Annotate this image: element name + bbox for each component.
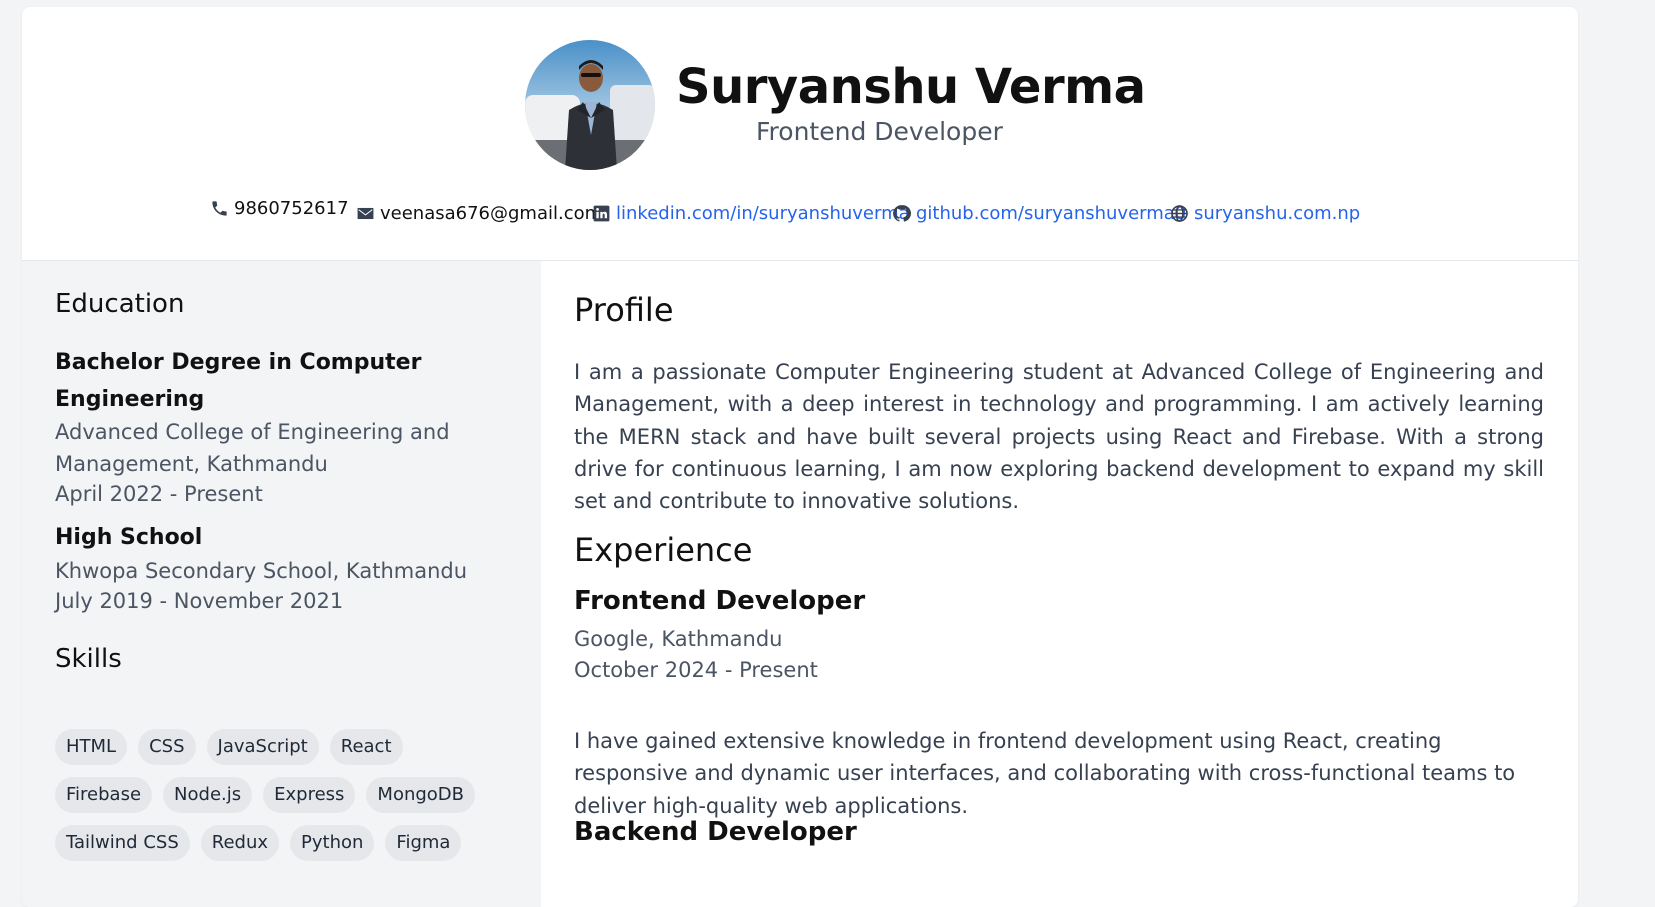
email-address: veenasa676@gmail.com <box>380 203 603 224</box>
sidebar: Education Bachelor Degree in Computer En… <box>22 261 541 907</box>
contact-email[interactable]: veenasa676@gmail.com <box>356 203 602 224</box>
skill-chip: Redux <box>200 825 280 861</box>
skill-chip: Express <box>263 777 356 813</box>
experience-description: I have gained extensive knowledge in fro… <box>574 729 1516 818</box>
globe-icon <box>1171 205 1188 222</box>
avatar-photo <box>525 40 655 170</box>
education-degree: Bachelor Degree in Computer Engineering <box>55 350 422 412</box>
job-title: Frontend Developer <box>756 117 1003 146</box>
skills-list: HTML CSS JavaScript React Firebase Node.… <box>55 729 505 861</box>
envelope-icon <box>357 207 374 220</box>
person-name: Suryanshu Verma <box>676 59 1146 115</box>
resume-header: Suryanshu Verma Frontend Developer 98607… <box>22 7 1578 261</box>
main-content: Profile I am a passionate Computer Engin… <box>541 261 1578 907</box>
skill-chip: Python <box>290 825 375 861</box>
education-degree: High School <box>55 525 203 550</box>
education-dates: April 2022 - Present <box>55 482 263 506</box>
github-link[interactable]: github.com/suryanshuverma0 <box>916 203 1186 224</box>
contact-github[interactable]: github.com/suryanshuverma0 <box>892 203 1186 224</box>
skill-chip: MongoDB <box>366 777 476 813</box>
experience-job-title: Backend Developer <box>574 817 857 847</box>
github-icon <box>893 205 911 222</box>
skill-chip: Node.js <box>163 777 253 813</box>
website-link[interactable]: suryanshu.com.np <box>1194 203 1360 224</box>
phone-number: 9860752617 <box>234 198 349 219</box>
contact-bar: 9860752617 veenasa676@gmail.com linkedin… <box>22 198 1578 240</box>
experience-job-title: Frontend Developer <box>574 586 866 616</box>
skill-chip: JavaScript <box>206 729 319 765</box>
skill-chip: CSS <box>138 729 196 765</box>
skills-heading: Skills <box>55 644 122 674</box>
linkedin-link[interactable]: linkedin.com/in/suryanshuverma <box>616 203 910 224</box>
profile-text: I am a passionate Computer Engineering s… <box>574 360 1544 514</box>
skill-chip: Tailwind CSS <box>55 825 190 861</box>
resume-card: Suryanshu Verma Frontend Developer 98607… <box>22 7 1578 907</box>
experience-heading: Experience <box>574 531 753 569</box>
linkedin-icon <box>593 205 610 222</box>
experience-company: Google, Kathmandu <box>574 627 783 651</box>
experience-dates: October 2024 - Present <box>574 658 818 682</box>
skill-chip: Figma <box>385 825 462 861</box>
contact-website[interactable]: suryanshu.com.np <box>1170 203 1360 224</box>
phone-icon <box>212 201 227 216</box>
contact-phone: 9860752617 <box>210 198 349 219</box>
education-heading: Education <box>55 289 185 319</box>
avatar <box>525 40 655 170</box>
education-dates: July 2019 - November 2021 <box>55 589 344 613</box>
education-school: Advanced College of Engineering and Mana… <box>55 420 450 476</box>
skill-chip: Firebase <box>55 777 153 813</box>
skill-chip: HTML <box>55 729 128 765</box>
contact-linkedin[interactable]: linkedin.com/in/suryanshuverma <box>592 203 910 224</box>
skill-chip: React <box>329 729 403 765</box>
profile-heading: Profile <box>574 291 674 329</box>
education-school: Khwopa Secondary School, Kathmandu <box>55 559 468 583</box>
